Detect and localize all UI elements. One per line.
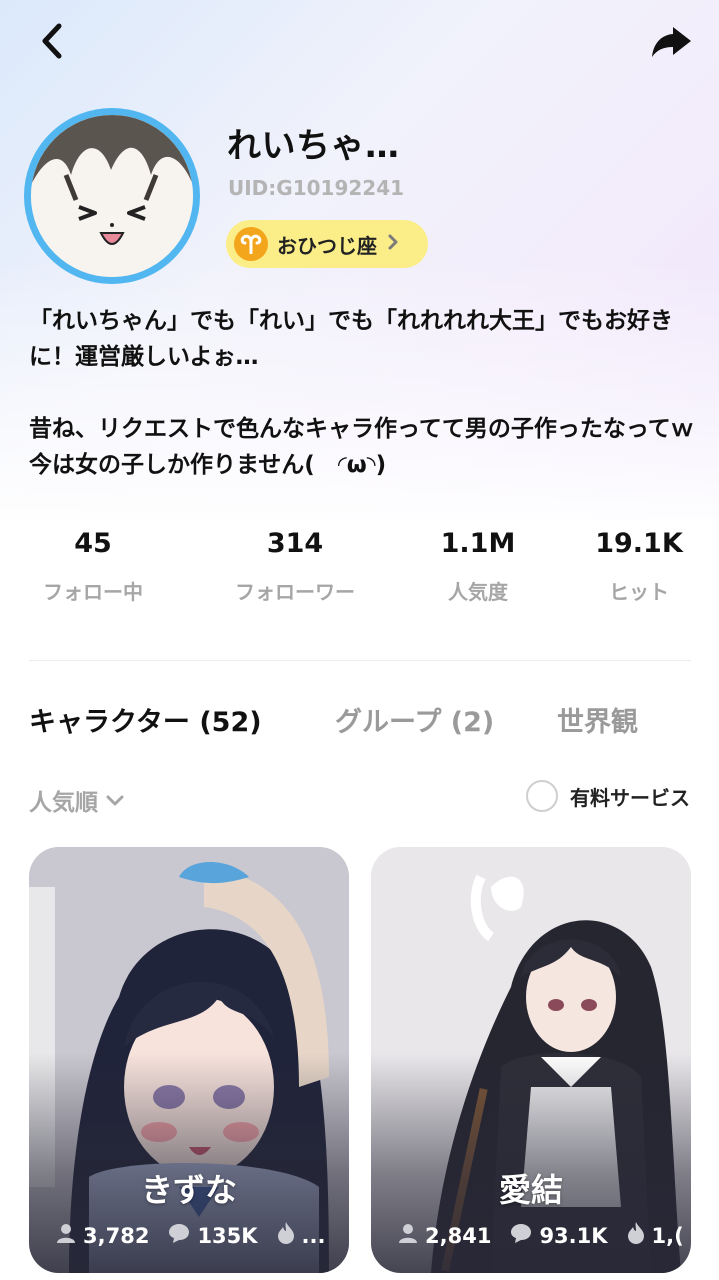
card-users-count: 3,782 (83, 1223, 150, 1248)
profile-uid: UID:G10192241 (228, 176, 405, 200)
card-likes: ... (276, 1221, 326, 1250)
avatar-image (31, 115, 193, 277)
stat-label: フォローワー (235, 580, 355, 604)
back-arrow-icon (37, 21, 67, 65)
stat-hits: 19.1K ヒット (549, 528, 719, 605)
stat-value: 1.1M (440, 528, 516, 559)
card-users: 3,782 (55, 1222, 149, 1249)
user-icon (397, 1222, 425, 1249)
top-bar (0, 0, 719, 90)
zodiac-badge[interactable]: おひつじ座 (226, 220, 428, 268)
card-chats: 93.1K (509, 1222, 608, 1249)
stats-row: 45 フォロー中 314 フォローワー 1.1M 人気度 19.1K ヒット (0, 528, 719, 618)
aries-icon (234, 227, 268, 261)
stat-label: フォロー中 (43, 580, 143, 604)
avatar[interactable] (24, 108, 200, 284)
content-tabs: キャラクター (52) グループ (2) 世界観 (29, 700, 699, 748)
chevron-right-icon (387, 232, 399, 256)
card-stats: 3,782 135K ... (55, 1221, 345, 1250)
sort-label: 人気順 (29, 790, 98, 816)
chat-bubble-icon (167, 1222, 197, 1249)
share-button[interactable] (641, 13, 701, 73)
character-card[interactable]: きずな 3,782 135K ... (29, 847, 349, 1273)
character-card[interactable]: 愛結 2,841 93.1K 1,( (371, 847, 691, 1273)
paid-radio[interactable] (526, 780, 558, 812)
stat-label: 人気度 (448, 580, 508, 604)
card-name: 愛結 (498, 1171, 563, 1209)
stat-following[interactable]: 45 フォロー中 (3, 528, 183, 605)
user-icon (55, 1222, 83, 1249)
card-chats: 135K (167, 1222, 258, 1249)
card-chats-count: 93.1K (539, 1223, 608, 1248)
stat-label: ヒット (609, 580, 669, 604)
chat-bubble-icon (509, 1222, 539, 1249)
paid-label: 有料サービス (570, 785, 690, 810)
chevron-down-icon (106, 787, 124, 813)
stat-popularity: 1.1M 人気度 (388, 528, 568, 605)
card-users-count: 2,841 (425, 1223, 492, 1248)
profile-bio: 「れいちゃん」でも「れい」でも「れれれれ大王」でもお好きに！運営厳しいよぉ… 昔… (29, 308, 694, 478)
tab-worldview[interactable]: 世界観 (557, 700, 638, 739)
stat-followers[interactable]: 314 フォローワー (205, 528, 385, 605)
share-icon (649, 21, 693, 65)
card-chats-count: 135K (197, 1223, 258, 1248)
tab-characters[interactable]: キャラクター (52) (29, 700, 262, 739)
back-button[interactable] (22, 13, 82, 73)
card-stats: 2,841 93.1K 1,( (397, 1221, 687, 1250)
paid-service-filter[interactable]: 有料サービス (526, 780, 690, 812)
flame-icon (626, 1221, 652, 1250)
card-name: きずな (140, 1171, 237, 1209)
stat-value: 19.1K (595, 528, 683, 559)
zodiac-label: おひつじ座 (277, 233, 377, 258)
tab-groups[interactable]: グループ (2) (335, 700, 494, 739)
card-likes-count: 1,( (651, 1223, 684, 1248)
divider (29, 660, 691, 661)
sort-dropdown[interactable]: 人気順 (29, 783, 124, 817)
card-users: 2,841 (397, 1222, 491, 1249)
card-likes-count: ... (301, 1223, 326, 1248)
card-likes: 1,( (626, 1221, 684, 1250)
profile-name: れいちゃ… (227, 126, 400, 166)
stat-value: 314 (266, 528, 324, 559)
stat-value: 45 (74, 528, 112, 559)
flame-icon (276, 1221, 302, 1250)
